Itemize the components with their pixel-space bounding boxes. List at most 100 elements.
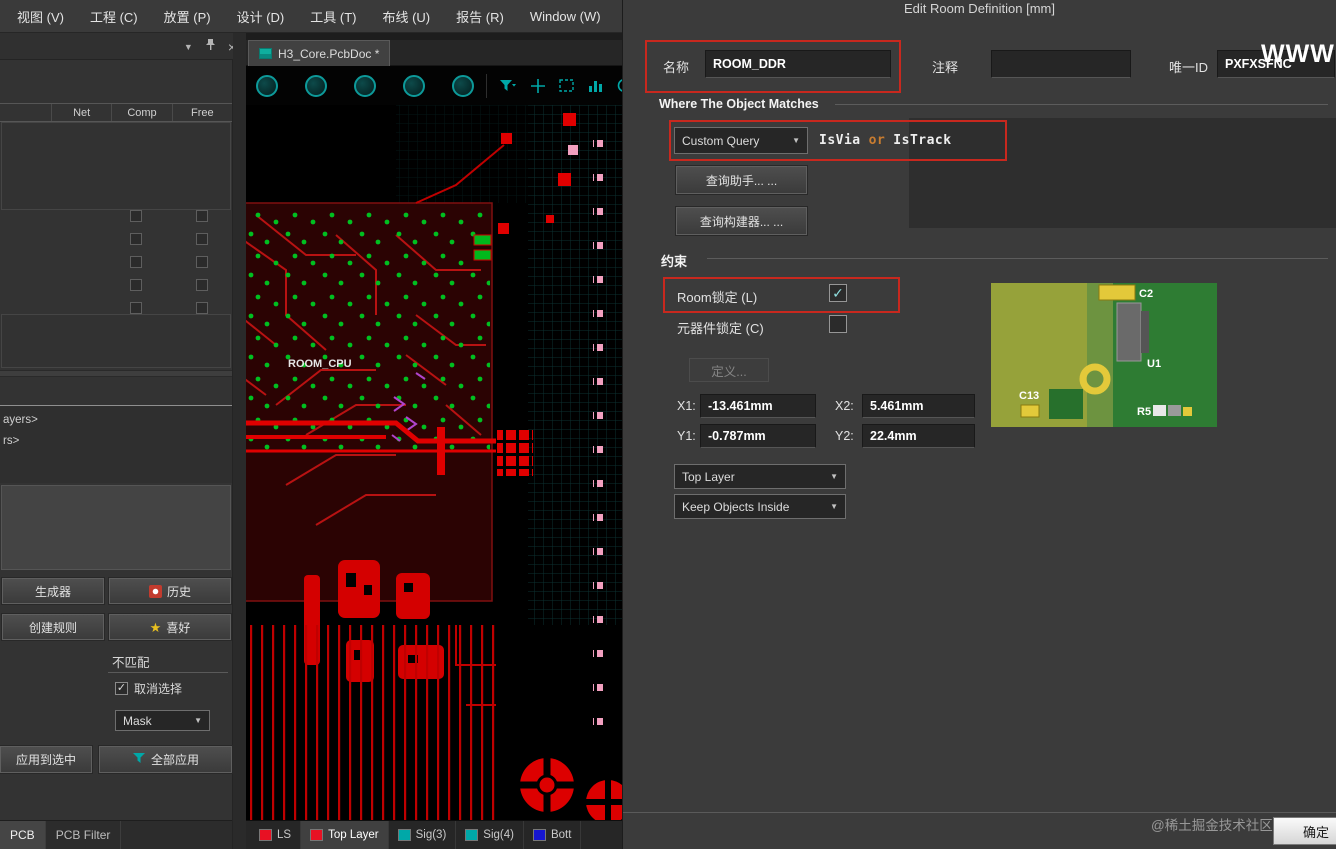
comment-label: 注释 — [932, 57, 958, 76]
match-section-title: Where The Object Matches — [659, 97, 819, 111]
layer-tab-sig3[interactable]: Sig(3) — [389, 821, 457, 849]
layers-list-item[interactable]: ayers> — [3, 410, 229, 431]
panel-dropdown-icon[interactable]: ▼ — [184, 42, 193, 52]
layer-dropdown[interactable]: Top Layer ▼ — [674, 464, 846, 489]
toolbar-indicator[interactable] — [452, 75, 474, 97]
layer-tab-label: Sig(3) — [416, 829, 447, 841]
containment-dropdown-value: Keep Objects Inside — [682, 500, 789, 514]
query-builder-button[interactable]: 查询构建器... ... — [676, 207, 807, 235]
query-type-dropdown[interactable]: Custom Query ▼ — [674, 127, 808, 154]
histogram-icon[interactable] — [588, 79, 603, 92]
list-checkbox[interactable] — [130, 279, 142, 291]
layer-tab-label: Bott — [551, 829, 571, 841]
list-checkbox[interactable] — [130, 302, 142, 314]
panel-splitter[interactable] — [0, 370, 232, 377]
room-preview-image: C2 U1 C13 R5 — [991, 283, 1217, 427]
apply-all-button[interactable]: 全部应用 — [99, 746, 232, 773]
menu-reports[interactable]: 报告 (R) — [443, 2, 517, 31]
menu-place[interactable]: 放置 (P) — [151, 2, 224, 31]
tab-pcb[interactable]: PCB — [0, 821, 46, 849]
layer-tab-bottom[interactable]: Bott — [524, 821, 581, 849]
query-builder-label: 查询构建器... ... — [700, 213, 783, 230]
constraints-section-title: 约束 — [661, 251, 687, 270]
divider — [108, 672, 228, 673]
menu-route[interactable]: 布线 (U) — [369, 2, 443, 31]
layer-color-swatch — [398, 829, 411, 841]
x2-input[interactable] — [862, 394, 975, 418]
list-checkbox[interactable] — [130, 233, 142, 245]
document-tab[interactable]: H3_Core.PcbDoc * — [248, 40, 390, 66]
menu-tools[interactable]: 工具 (T) — [297, 2, 369, 31]
tab-free[interactable]: Free — [173, 104, 232, 121]
vertical-splitter[interactable] — [233, 33, 246, 849]
selection-box-icon[interactable] — [559, 79, 574, 92]
pin-icon[interactable] — [205, 38, 216, 56]
list-checkbox[interactable] — [130, 256, 142, 268]
filter-icon[interactable] — [499, 79, 517, 93]
layer-tab-top-layer[interactable]: Top Layer — [301, 821, 389, 849]
menu-design[interactable]: 设计 (D) — [224, 2, 298, 31]
room-lock-checkbox[interactable]: ✓ — [829, 284, 847, 302]
x1-label: X1: — [677, 399, 696, 413]
containment-dropdown[interactable]: Keep Objects Inside ▼ — [674, 494, 846, 519]
name-input[interactable] — [705, 50, 891, 78]
pcb-doc-icon — [259, 48, 272, 59]
x1-input[interactable] — [700, 394, 816, 418]
mask-dropdown[interactable]: Mask ▼ — [115, 710, 210, 731]
star-icon: ★ — [150, 621, 162, 634]
crosshair-icon[interactable] — [531, 79, 545, 93]
y1-input[interactable] — [700, 424, 816, 448]
net-class-list[interactable] — [1, 122, 231, 210]
comment-input[interactable] — [991, 50, 1131, 78]
layers-list[interactable]: ayers> rs> — [0, 405, 232, 483]
deselect-checkbox[interactable]: ✓ — [115, 682, 128, 695]
component-lock-checkbox[interactable] — [829, 315, 847, 333]
create-rule-button[interactable]: 创建规则 — [2, 614, 104, 640]
pcb-panel: Net Comp Free ayers> rs> 生成器 历史 — [0, 60, 233, 849]
tab-net[interactable]: Net — [52, 104, 112, 121]
query-expression[interactable]: IsVia or IsTrack — [819, 133, 952, 148]
list-checkbox[interactable] — [196, 233, 208, 245]
ok-button[interactable]: 确定 — [1273, 817, 1336, 845]
toolbar-indicator[interactable] — [256, 75, 278, 97]
apply-selected-button[interactable]: 应用到选中 — [0, 746, 92, 773]
generator-button[interactable]: 生成器 — [2, 578, 104, 604]
query-helper-button[interactable]: 查询助手... ... — [676, 166, 807, 194]
pcb-canvas[interactable]: ROOM_CPU — [246, 105, 622, 820]
history-button[interactable]: 历史 — [109, 578, 231, 604]
toolbar-indicator[interactable] — [403, 75, 425, 97]
query-operator: or — [869, 133, 886, 148]
list-checkbox[interactable] — [196, 302, 208, 314]
tab-comp[interactable]: Comp — [112, 104, 172, 121]
layer-tab-ls[interactable]: LS — [250, 821, 301, 849]
ok-button-label: 确定 — [1303, 822, 1329, 841]
chevron-down-icon: ▼ — [792, 136, 800, 145]
document-tab-label: H3_Core.PcbDoc * — [278, 47, 379, 61]
menu-project[interactable]: 工程 (C) — [77, 2, 151, 31]
define-button[interactable]: 定义... — [689, 358, 769, 382]
list-checkbox[interactable] — [196, 279, 208, 291]
apply-selected-label: 应用到选中 — [16, 751, 76, 768]
deselect-option[interactable]: ✓ 取消选择 — [115, 680, 182, 697]
favorites-button[interactable]: ★ 喜好 — [109, 614, 231, 640]
chevron-down-icon: ▼ — [830, 502, 838, 511]
column-spacer — [0, 104, 52, 121]
toolbar-indicator[interactable] — [305, 75, 327, 97]
preview-label-u1: U1 — [1147, 358, 1161, 370]
component-lock-label: 元器件锁定 (C) — [677, 318, 764, 337]
layers-list-item[interactable]: rs> — [3, 431, 229, 452]
component-list[interactable] — [1, 314, 231, 368]
layer-tab-sig4[interactable]: Sig(4) — [456, 821, 524, 849]
query-helper-label: 查询助手... ... — [706, 172, 777, 189]
list-checkbox[interactable] — [196, 210, 208, 222]
y2-input[interactable] — [862, 424, 975, 448]
edit-room-definition-dialog: Edit Room Definition [mm] 名称 注释 唯一ID WWW… — [622, 0, 1336, 849]
tab-pcb-filter[interactable]: PCB Filter — [46, 821, 122, 849]
toolbar-indicator[interactable] — [354, 75, 376, 97]
history-button-label: 历史 — [167, 583, 191, 600]
list-checkbox[interactable] — [130, 210, 142, 222]
menu-window[interactable]: Window (W) — [517, 4, 614, 29]
x2-label: X2: — [835, 399, 854, 413]
menu-view[interactable]: 视图 (V) — [4, 2, 77, 31]
list-checkbox[interactable] — [196, 256, 208, 268]
